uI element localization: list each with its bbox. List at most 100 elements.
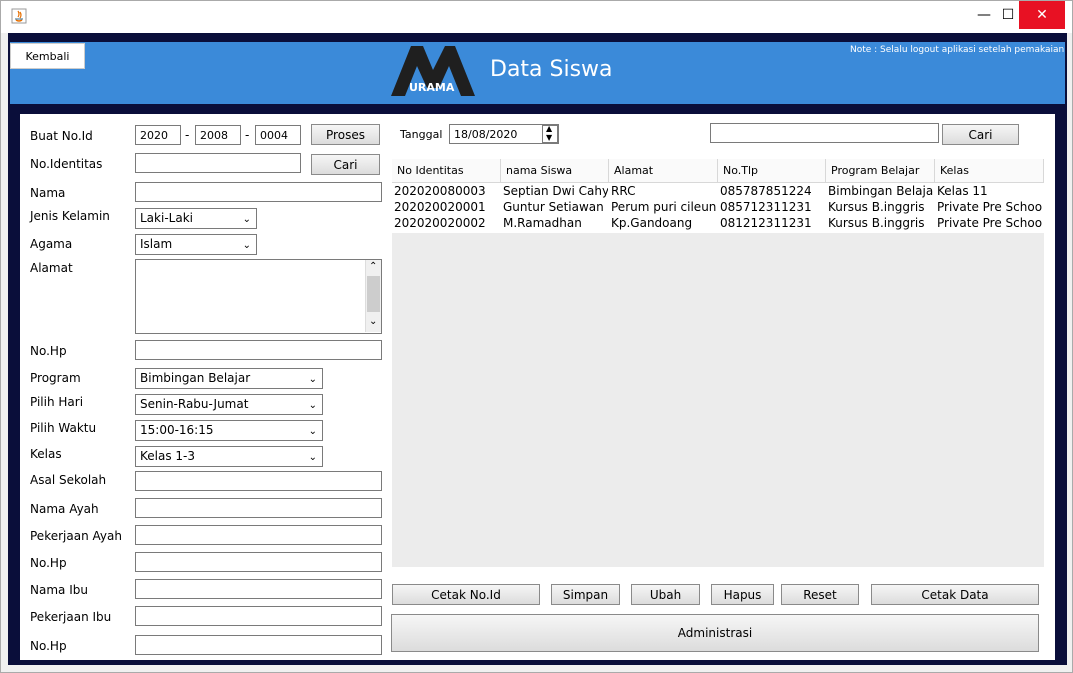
jenis-kelamin-label: Jenis Kelamin (30, 209, 110, 223)
table-cell: Private Pre School (937, 200, 1042, 214)
identitas-label: No.Identitas (30, 157, 103, 171)
waktu-select[interactable]: 15:00-16:15 ⌄ (135, 420, 323, 441)
back-button[interactable]: Kembali (10, 43, 85, 69)
tanggal-label: Tanggal (400, 128, 443, 141)
table-cell: 202020080003 (394, 184, 486, 198)
logout-note: Note : Selalu logout aplikasi setelah pe… (850, 45, 1065, 55)
spin-up-icon[interactable]: ▲ (546, 124, 552, 133)
cari-identitas-button[interactable]: Cari (311, 154, 380, 175)
kelas-value: Kelas 1-3 (140, 449, 196, 463)
app-window: — ☐ ✕ Kembali URAMA Data Siswa Note : Se… (0, 0, 1073, 673)
nama-label: Nama (30, 186, 66, 200)
scroll-up-icon[interactable]: ⌃ (369, 261, 377, 272)
nohp-input[interactable] (135, 340, 382, 360)
table-cell: Bimbingan Belajar (828, 184, 933, 198)
table-cell: Kursus B.inggris (828, 200, 925, 214)
urama-logo: URAMA (389, 44, 477, 98)
cetak-noid-button[interactable]: Cetak No.Id (392, 584, 540, 605)
nama-input[interactable] (135, 182, 382, 202)
table-row[interactable]: 202020020001 Guntur Setiawan Perum puri … (392, 199, 1044, 215)
hari-value: Senin-Rabu-Jumat (140, 397, 249, 411)
table-cell: M.Ramadhan (503, 216, 582, 230)
alamat-scrollbar[interactable]: ⌃ ⌄ (365, 260, 381, 332)
column-header[interactable]: No Identitas (392, 159, 501, 183)
waktu-label: Pilih Waktu (30, 421, 97, 435)
ubah-button[interactable]: Ubah (631, 584, 700, 605)
column-header[interactable]: Program Belajar (826, 159, 935, 183)
close-button[interactable]: ✕ (1019, 1, 1065, 29)
cetak-data-button[interactable]: Cetak Data (871, 584, 1039, 605)
chevron-down-icon: ⌄ (242, 214, 251, 225)
administrasi-button[interactable]: Administrasi (391, 614, 1039, 652)
waktu-value: 15:00-16:15 (140, 423, 214, 437)
column-header[interactable]: Kelas (935, 159, 1044, 183)
identitas-input[interactable] (135, 153, 301, 173)
agama-value: Islam (140, 237, 173, 251)
nohp-ibu-label: No.Hp (30, 639, 67, 653)
reset-button[interactable]: Reset (781, 584, 859, 605)
nama-ayah-input[interactable] (135, 498, 382, 518)
chevron-down-icon: ⌄ (308, 400, 317, 411)
noid-separator: - (245, 128, 250, 142)
hapus-button[interactable]: Hapus (711, 584, 774, 605)
table-cell: 202020020001 (394, 200, 486, 214)
column-header[interactable]: Alamat (609, 159, 718, 183)
pekerjaan-ayah-label: Pekerjaan Ayah (30, 529, 122, 543)
table-header: No Identitas nama Siswa Alamat No.Tlp Pr… (392, 159, 1044, 183)
title-bar[interactable]: — ☐ ✕ (1, 1, 1072, 33)
program-label: Program (30, 371, 81, 385)
nohp-label: No.Hp (30, 344, 67, 358)
table-row[interactable]: 202020020002 M.Ramadhan Kp.Gandoang 0812… (392, 215, 1044, 231)
nama-ibu-input[interactable] (135, 579, 382, 599)
agama-label: Agama (30, 237, 73, 251)
nama-ayah-label: Nama Ayah (30, 502, 99, 516)
chevron-down-icon: ⌄ (308, 452, 317, 463)
alamat-label: Alamat (30, 261, 73, 275)
program-select[interactable]: Bimbingan Belajar ⌄ (135, 368, 323, 389)
table-row[interactable]: 202020080003 Septian Dwi Cahyo RRC 08578… (392, 183, 1044, 199)
noid-seq-field[interactable]: 0004 (255, 125, 301, 145)
table-body: 202020080003 Septian Dwi Cahyo RRC 08578… (392, 183, 1044, 233)
spin-down-icon[interactable]: ▼ (546, 133, 552, 142)
kelas-label: Kelas (30, 447, 62, 461)
column-header[interactable]: nama Siswa (501, 159, 609, 183)
proses-button[interactable]: Proses (311, 124, 380, 145)
alamat-textarea[interactable] (135, 259, 382, 334)
jenis-kelamin-select[interactable]: Laki-Laki ⌄ (135, 208, 257, 229)
kelas-select[interactable]: Kelas 1-3 ⌄ (135, 446, 323, 467)
noid-separator: - (185, 128, 190, 142)
search-input[interactable] (710, 123, 939, 143)
scroll-thumb[interactable] (367, 276, 380, 312)
column-header[interactable]: No.Tlp (718, 159, 826, 183)
chevron-down-icon: ⌄ (308, 426, 317, 437)
nohp-ayah-input[interactable] (135, 552, 382, 572)
table-cell: Private Pre School (937, 216, 1042, 230)
table-cell: Septian Dwi Cahyo (503, 184, 608, 198)
asal-sekolah-input[interactable] (135, 471, 382, 491)
table-cell: Guntur Setiawan (503, 200, 604, 214)
date-spinner-buttons[interactable]: ▲ ▼ (542, 124, 558, 143)
pekerjaan-ayah-input[interactable] (135, 525, 382, 545)
table-cell: 081212311231 (720, 216, 812, 230)
nohp-ibu-input[interactable] (135, 635, 382, 655)
chevron-down-icon: ⌄ (242, 240, 251, 251)
pekerjaan-ibu-label: Pekerjaan Ibu (30, 610, 112, 624)
java-icon (11, 8, 27, 24)
nama-ibu-label: Nama Ibu (30, 583, 88, 597)
search-button[interactable]: Cari (942, 124, 1019, 145)
table-cell: RRC (611, 184, 636, 198)
agama-select[interactable]: Islam ⌄ (135, 234, 257, 255)
page-title: Data Siswa (490, 57, 613, 82)
simpan-button[interactable]: Simpan (551, 584, 620, 605)
program-value: Bimbingan Belajar (140, 371, 251, 385)
noid-mid-field[interactable]: 2008 (195, 125, 241, 145)
hari-label: Pilih Hari (30, 395, 84, 409)
noid-year-field[interactable]: 2020 (135, 125, 181, 145)
tanggal-value: 18/08/2020 (454, 128, 518, 141)
table-cell: 085787851224 (720, 184, 812, 198)
table-cell: Kelas 11 (937, 184, 988, 198)
scroll-down-icon[interactable]: ⌄ (369, 316, 377, 327)
jenis-kelamin-value: Laki-Laki (140, 211, 193, 225)
pekerjaan-ibu-input[interactable] (135, 606, 382, 626)
hari-select[interactable]: Senin-Rabu-Jumat ⌄ (135, 394, 323, 415)
